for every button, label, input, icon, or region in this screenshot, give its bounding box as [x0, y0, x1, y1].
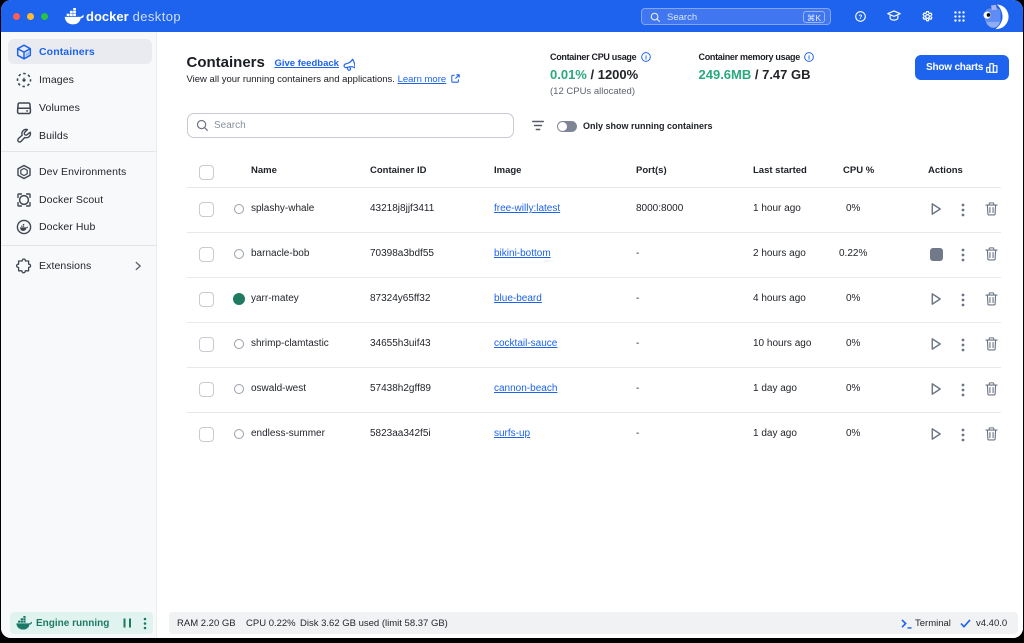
svg-text:?: ?	[858, 13, 862, 20]
svg-text:i: i	[645, 54, 647, 61]
svg-text:i: i	[808, 54, 810, 61]
